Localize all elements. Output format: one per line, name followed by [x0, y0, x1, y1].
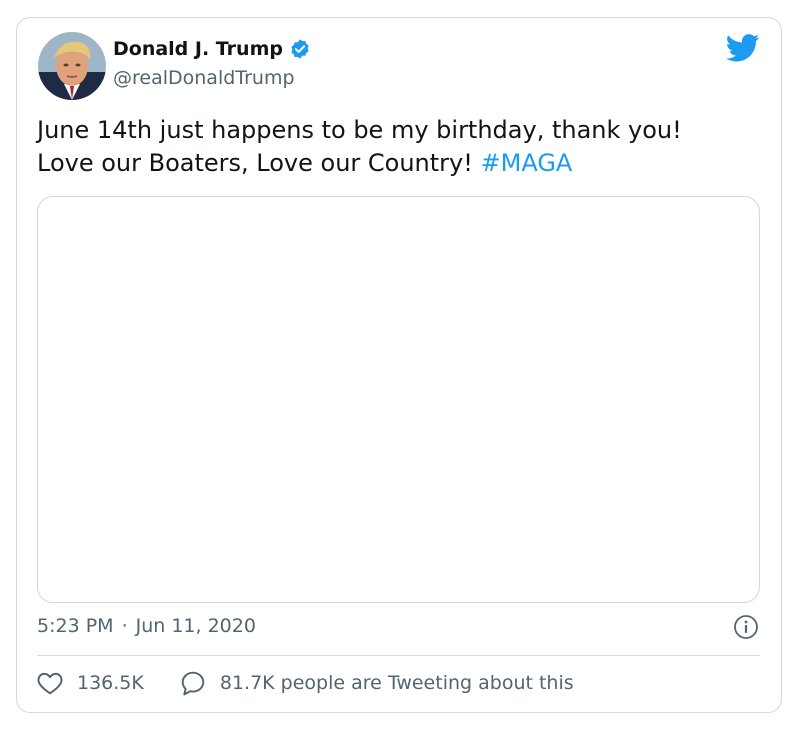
meta-separator: · [121, 615, 128, 637]
tweet-timestamp[interactable]: 5:23 PM · Jun 11, 2020 [37, 615, 256, 637]
author-handle[interactable]: @realDonaldTrump [113, 67, 295, 89]
tweeting-link[interactable]: 81.7K people are Tweeting about this [180, 670, 574, 696]
tweet-text-line2: Love our Boaters, Love our Country! [37, 149, 481, 177]
tweeting-count: 81.7K people are Tweeting about this [219, 672, 574, 694]
media-container[interactable] [37, 196, 760, 603]
tweet-date: Jun 11, 2020 [135, 615, 256, 637]
like-count: 136.5K [77, 672, 144, 694]
divider [37, 655, 760, 656]
info-icon[interactable] [733, 614, 759, 644]
tweet-text-line1: June 14th just happens to be my birthday… [37, 116, 682, 144]
like-button[interactable]: 136.5K [37, 671, 144, 695]
author-name[interactable]: Donald J. Trump [113, 38, 283, 60]
hashtag-link[interactable]: #MAGA [481, 149, 573, 177]
author-row: Donald J. Trump [113, 38, 311, 60]
twitter-bird-icon[interactable] [725, 34, 760, 66]
tweet-text: June 14th just happens to be my birthday… [37, 114, 767, 180]
verified-badge-icon [289, 38, 311, 60]
reply-bubble-icon [181, 671, 205, 696]
avatar[interactable] [38, 32, 106, 100]
tweet-actions: 136.5K 81.7K people are Tweeting about t… [37, 670, 574, 696]
tweet-time: 5:23 PM [37, 615, 114, 637]
heart-icon [37, 672, 63, 695]
